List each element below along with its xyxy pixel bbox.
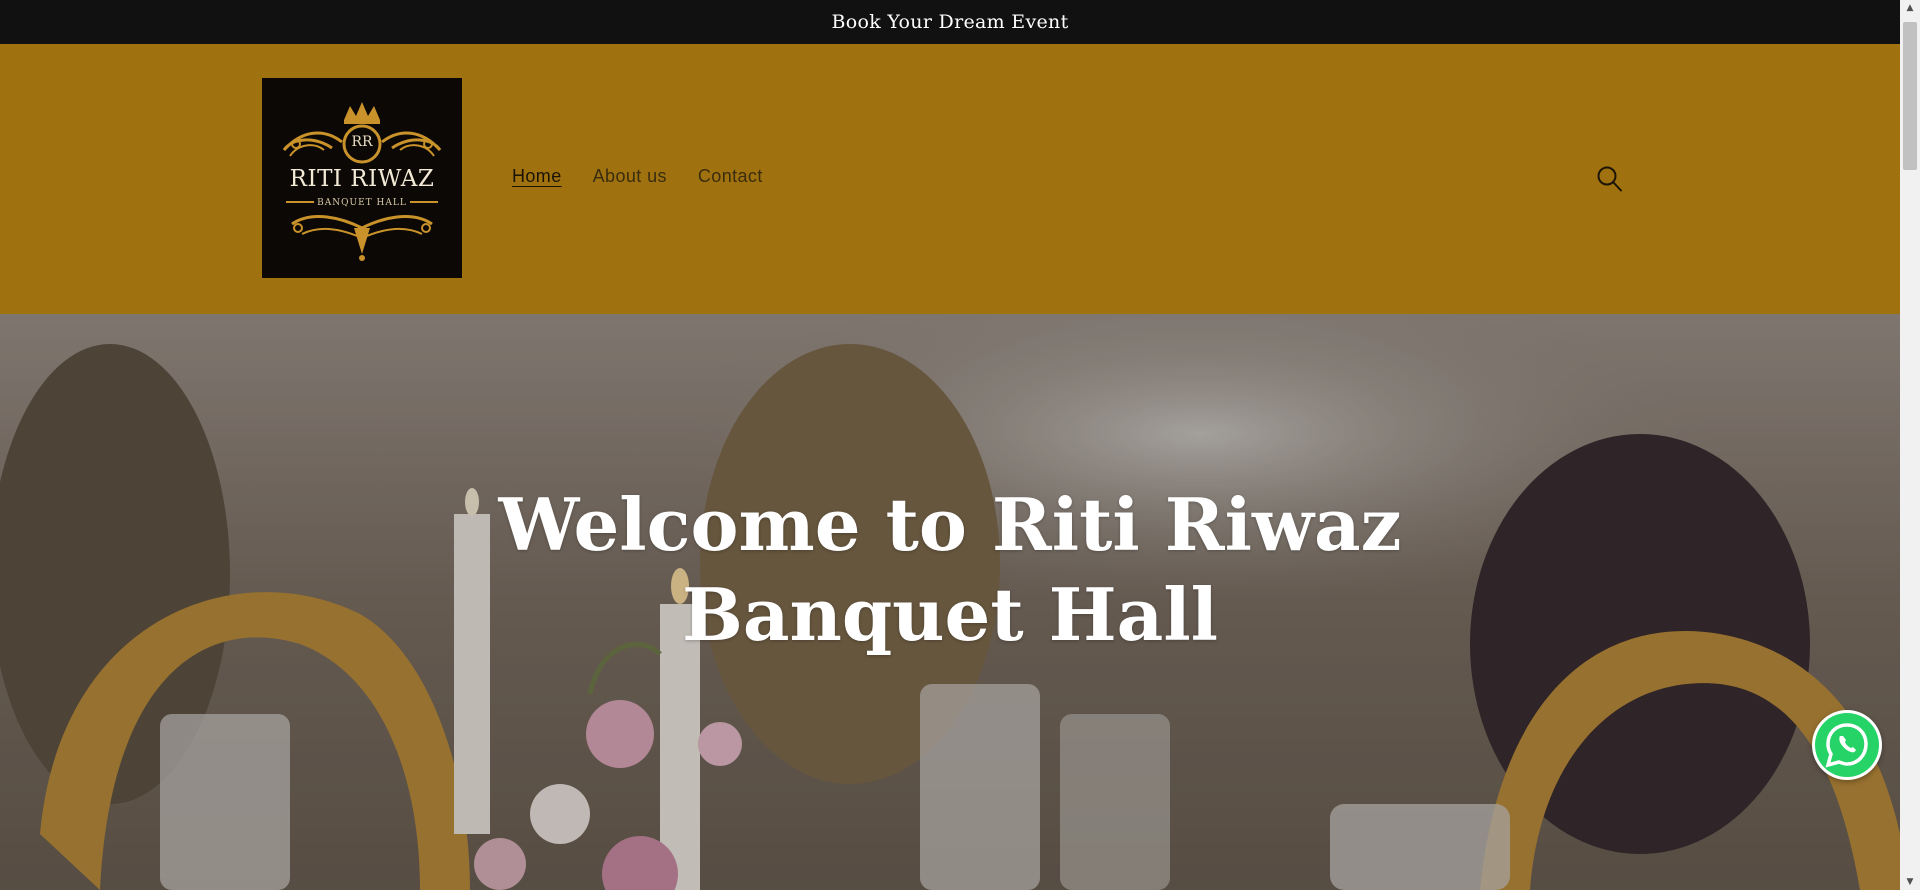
scrollbar-thumb[interactable] xyxy=(1903,22,1917,170)
nav-item-home[interactable]: Home xyxy=(512,166,562,187)
logo-title: RITI RIWAZ xyxy=(289,166,435,192)
announcement-text: Book Your Dream Event xyxy=(831,11,1069,33)
search-button[interactable] xyxy=(1596,164,1624,194)
page: Book Your Dream Event RR RITI RIWAZ BANQ… xyxy=(0,0,1900,890)
site-logo[interactable]: RR RITI RIWAZ BANQUET HALL xyxy=(262,78,462,278)
site-header: RR RITI RIWAZ BANQUET HALL Home About us… xyxy=(0,44,1900,314)
scroll-up-arrow-icon[interactable]: ▲ xyxy=(1900,0,1920,16)
page-scrollbar[interactable]: ▲ ▼ xyxy=(1900,0,1920,890)
scroll-down-arrow-icon[interactable]: ▼ xyxy=(1900,874,1920,890)
nav-item-about-us[interactable]: About us xyxy=(593,166,667,187)
logo-monogram: RR xyxy=(351,134,373,150)
nav-item-contact[interactable]: Contact xyxy=(698,166,763,187)
hero-banner: Welcome to Riti Riwaz Banquet Hall xyxy=(0,314,1900,890)
search-icon xyxy=(1597,166,1622,192)
hero-title: Welcome to Riti Riwaz Banquet Hall xyxy=(498,482,1402,658)
announcement-bar: Book Your Dream Event xyxy=(0,0,1900,44)
whatsapp-icon xyxy=(1815,713,1879,777)
main-nav: Home About us Contact xyxy=(512,166,763,187)
whatsapp-button[interactable] xyxy=(1812,710,1882,780)
logo-subtitle: BANQUET HALL xyxy=(317,198,407,208)
